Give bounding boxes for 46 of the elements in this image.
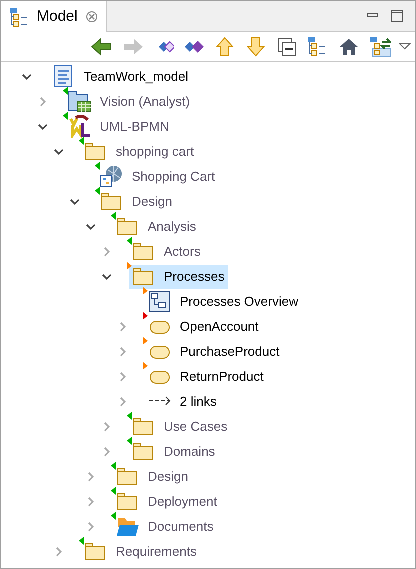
up-arrow-icon [214, 36, 236, 58]
collapse-all-icon [276, 36, 298, 58]
chevron-down-icon[interactable] [54, 148, 64, 154]
tree-item[interactable]: UML-BPMN [65, 114, 172, 138]
chevron-down-icon[interactable] [102, 274, 112, 280]
tree-item[interactable]: Vision (Analyst) [65, 90, 194, 114]
close-icon[interactable] [86, 11, 98, 23]
tree-item[interactable]: Shopping Cart [97, 164, 218, 188]
minimize-icon[interactable] [367, 13, 379, 19]
tree-item[interactable]: Documents [113, 514, 217, 538]
up-arrow-button[interactable] [213, 34, 237, 58]
tree-item[interactable]: Deployment [113, 490, 220, 514]
globe-diagram-icon [100, 165, 122, 188]
chevron-down-icon[interactable] [86, 224, 96, 230]
model-icon [52, 65, 74, 88]
tree-item[interactable]: OpenAccount [145, 314, 262, 338]
diagram-icon [148, 290, 170, 313]
tree-item[interactable]: Processes Overview [145, 290, 302, 314]
link-editor-button[interactable] [368, 34, 392, 58]
view-tab[interactable]: Model [1, 1, 107, 33]
tree-item[interactable]: 2 links [145, 390, 220, 414]
link-editor-icon [369, 36, 391, 58]
tree-item[interactable]: shopping cart [81, 140, 198, 164]
chevron-down-icon[interactable] [70, 198, 80, 204]
tree-item[interactable]: Requirements [81, 540, 200, 564]
chevron-down-icon[interactable] [38, 124, 48, 130]
tree-item[interactable]: Design [113, 464, 192, 488]
back-arrow-icon [90, 36, 112, 58]
view-menu-icon[interactable] [399, 42, 411, 50]
tree-item[interactable]: Analysis [113, 214, 200, 238]
maximize-icon[interactable] [391, 10, 403, 22]
down-arrow-icon [245, 36, 267, 58]
tree-item[interactable]: ReturnProduct [145, 364, 267, 388]
tree-item[interactable]: Domains [129, 440, 218, 464]
tree-item[interactable]: Design [97, 190, 176, 214]
tree-item[interactable]: TeamWork_model [49, 64, 192, 88]
open-folder-icon [116, 515, 138, 538]
tree-view-icon [9, 6, 29, 28]
down-arrow-button[interactable] [244, 34, 268, 58]
tree-item[interactable]: Actors [129, 240, 204, 264]
tree-item[interactable]: Processes [129, 264, 228, 288]
chevron-down-icon[interactable] [22, 74, 32, 80]
tree-item[interactable]: Use Cases [129, 414, 231, 438]
tree-item[interactable]: PurchaseProduct [145, 340, 283, 364]
folder-table-icon [68, 90, 90, 113]
uml-logo-icon [68, 115, 90, 138]
